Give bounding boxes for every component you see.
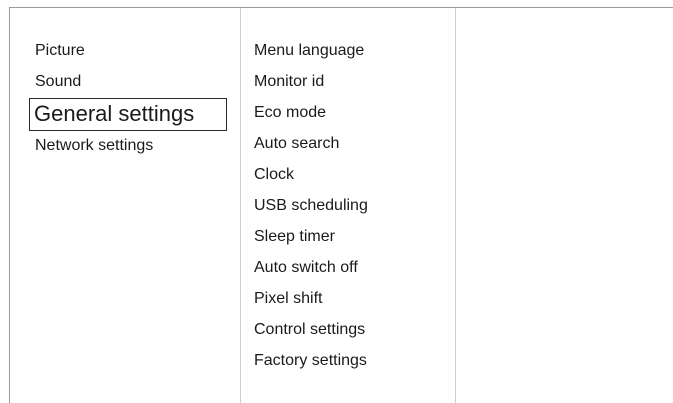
- column-divider-right: [455, 8, 456, 403]
- main-menu-item-sound[interactable]: Sound: [27, 67, 237, 98]
- main-menu-item-picture[interactable]: Picture: [27, 36, 237, 67]
- osd-menu-panel: Picture Sound General settings Network s…: [0, 0, 673, 403]
- submenu-item-control-settings[interactable]: Control settings: [252, 315, 452, 346]
- submenu-item-auto-switch-off[interactable]: Auto switch off: [252, 253, 452, 284]
- main-menu-list: Picture Sound General settings Network s…: [27, 36, 237, 162]
- column-divider-left: [240, 8, 241, 403]
- submenu-item-auto-search[interactable]: Auto search: [252, 129, 452, 160]
- submenu-item-menu-language[interactable]: Menu language: [252, 36, 452, 67]
- main-menu-item-general-settings[interactable]: General settings: [29, 98, 227, 131]
- menu-frame-left-border: [9, 7, 10, 403]
- submenu-item-pixel-shift[interactable]: Pixel shift: [252, 284, 452, 315]
- submenu-item-sleep-timer[interactable]: Sleep timer: [252, 222, 452, 253]
- submenu-item-monitor-id[interactable]: Monitor id: [252, 67, 452, 98]
- general-settings-submenu: Menu language Monitor id Eco mode Auto s…: [252, 36, 452, 377]
- submenu-item-factory-settings[interactable]: Factory settings: [252, 346, 452, 377]
- submenu-item-eco-mode[interactable]: Eco mode: [252, 98, 452, 129]
- main-menu-item-network-settings[interactable]: Network settings: [27, 131, 237, 162]
- menu-frame-top-border: [9, 7, 673, 8]
- submenu-item-clock[interactable]: Clock: [252, 160, 452, 191]
- submenu-item-usb-scheduling[interactable]: USB scheduling: [252, 191, 452, 222]
